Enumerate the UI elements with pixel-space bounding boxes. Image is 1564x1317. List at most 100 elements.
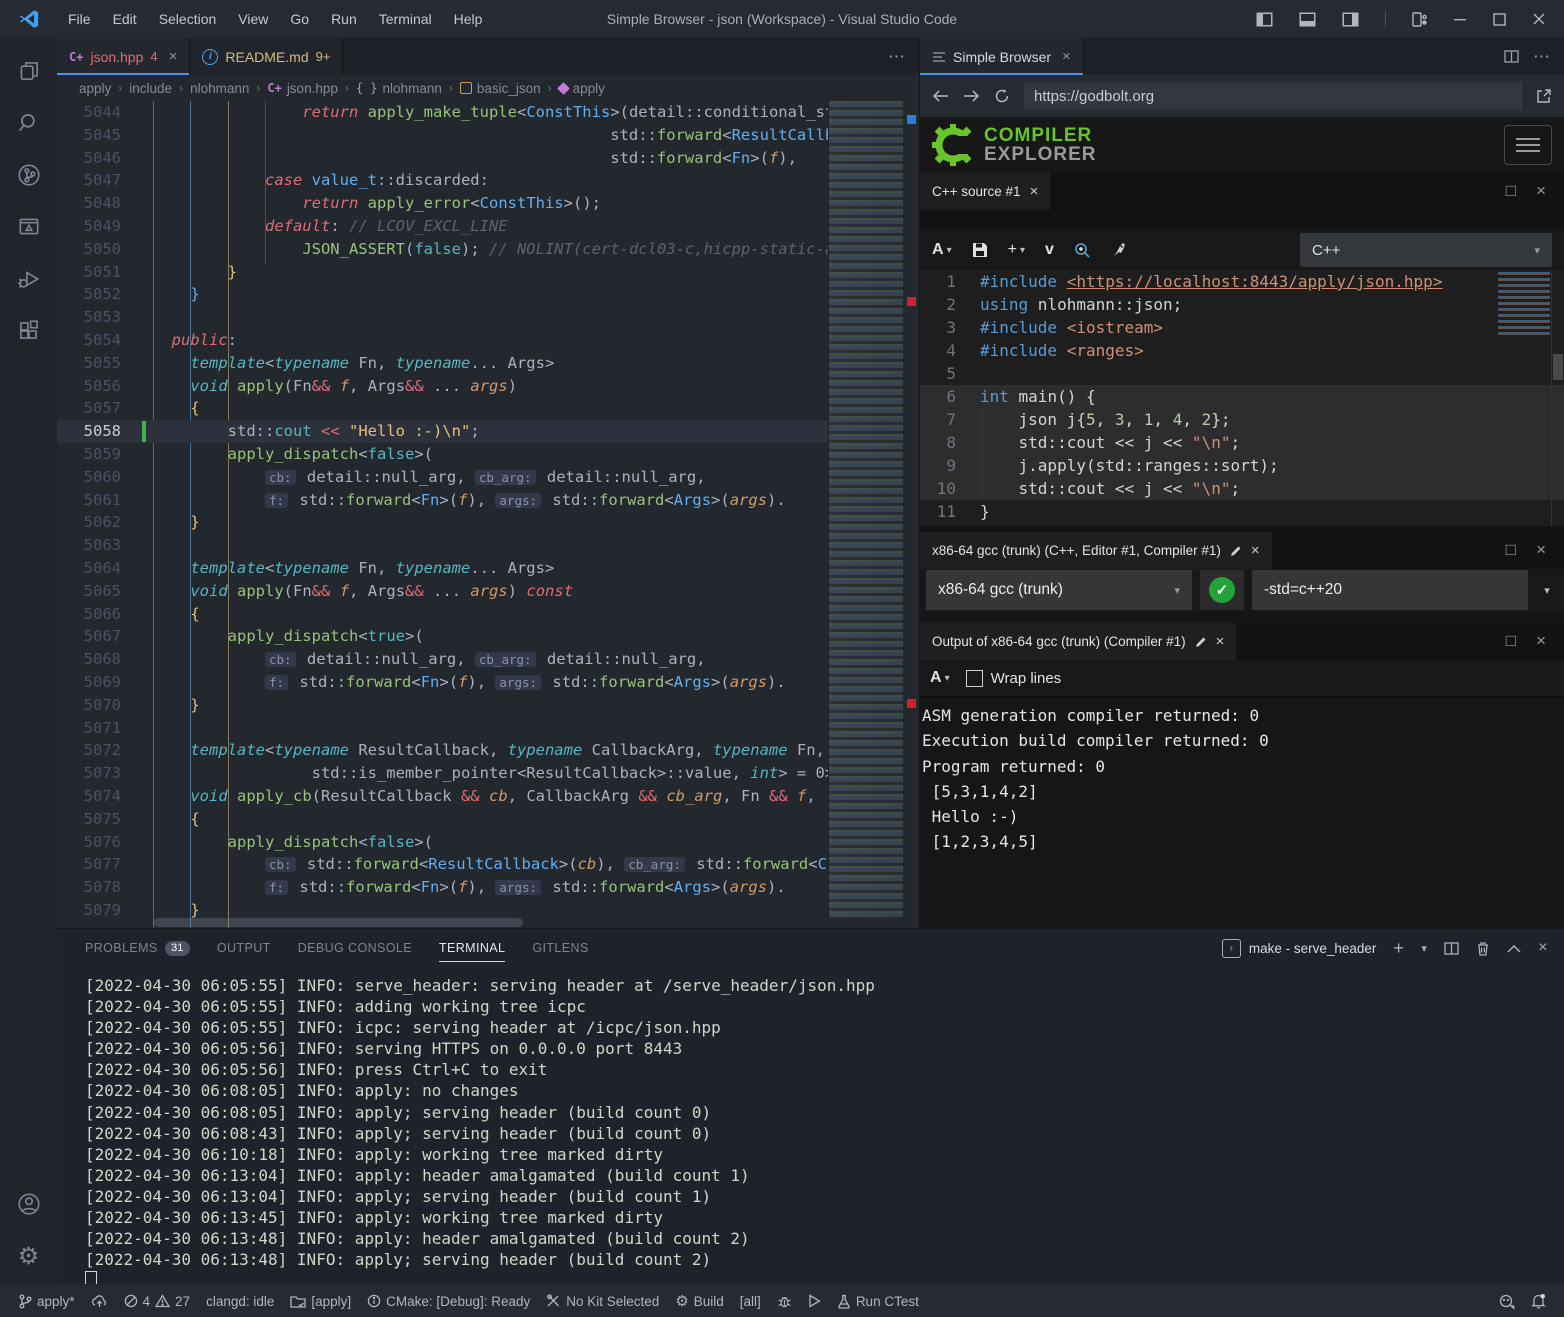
font-size-button[interactable]: A▾ bbox=[932, 241, 952, 259]
zoom-icon[interactable] bbox=[1074, 242, 1091, 259]
close-window-button[interactable] bbox=[1532, 12, 1546, 26]
terminal-selector[interactable]: › make - serve_header bbox=[1222, 939, 1377, 958]
open-external-icon[interactable] bbox=[1536, 88, 1552, 104]
compiler-options-input[interactable]: -std=c++20 bbox=[1252, 570, 1528, 610]
close-pane-icon[interactable]: × bbox=[1030, 183, 1039, 200]
close-tab-icon[interactable]: × bbox=[169, 48, 178, 65]
hamburger-menu-button[interactable] bbox=[1504, 125, 1552, 165]
terminal-dropdown-icon[interactable]: ▾ bbox=[1421, 942, 1427, 955]
compiler-pane-tab[interactable]: x86-64 gcc (trunk) (C++, Editor #1, Comp… bbox=[920, 532, 1272, 569]
quick-bench-icon[interactable] bbox=[1111, 242, 1128, 259]
reload-icon[interactable] bbox=[994, 88, 1010, 104]
font-size-button[interactable]: A▾ bbox=[930, 669, 950, 687]
menu-view[interactable]: View bbox=[227, 0, 279, 38]
menu-run[interactable]: Run bbox=[320, 0, 368, 38]
layout-sidebar-left-icon[interactable] bbox=[1256, 12, 1273, 27]
close-pane-icon[interactable]: × bbox=[1536, 540, 1546, 560]
menu-go[interactable]: Go bbox=[279, 0, 320, 38]
split-terminal-icon[interactable] bbox=[1444, 942, 1459, 955]
menu-help[interactable]: Help bbox=[443, 0, 494, 38]
tab-problems[interactable]: PROBLEMS 31 bbox=[85, 929, 190, 967]
breadcrumb-item[interactable]: basic_json bbox=[477, 81, 541, 96]
menu-terminal[interactable]: Terminal bbox=[368, 0, 443, 38]
menu-edit[interactable]: Edit bbox=[102, 0, 148, 38]
search-icon[interactable] bbox=[5, 100, 53, 146]
feedback-item[interactable] bbox=[1491, 1294, 1523, 1309]
close-tab-icon[interactable]: × bbox=[1062, 48, 1071, 65]
add-pane-button[interactable]: +▾ bbox=[1008, 241, 1025, 259]
tab-json-hpp[interactable]: C+ json.hpp 4 × bbox=[57, 38, 190, 75]
customize-layout-icon[interactable] bbox=[1412, 12, 1427, 27]
debug-target-button[interactable] bbox=[769, 1294, 800, 1309]
clangd-status-item[interactable]: clangd: idle bbox=[198, 1294, 282, 1309]
close-pane-icon[interactable]: × bbox=[1216, 633, 1225, 650]
extensions-icon[interactable] bbox=[5, 308, 53, 354]
new-terminal-icon[interactable]: + bbox=[1393, 938, 1404, 959]
compiler-select[interactable]: x86-64 gcc (trunk)▾ bbox=[926, 570, 1192, 610]
vim-toggle-button[interactable]: v bbox=[1045, 241, 1054, 259]
close-panel-icon[interactable]: × bbox=[1538, 939, 1548, 957]
save-icon[interactable] bbox=[972, 242, 988, 258]
terminal-output[interactable]: [2022-04-30 06:05:55] INFO: serve_header… bbox=[85, 975, 1556, 1284]
minimap[interactable] bbox=[828, 101, 903, 918]
overview-ruler[interactable] bbox=[903, 101, 919, 928]
launch-target-button[interactable] bbox=[800, 1294, 829, 1308]
more-actions-icon[interactable]: ⋯ bbox=[1533, 47, 1550, 67]
build-button[interactable]: ⚙ Build bbox=[667, 1292, 731, 1310]
layout-panel-icon[interactable] bbox=[1299, 12, 1316, 27]
breadcrumb-item[interactable]: include bbox=[129, 81, 172, 96]
maximize-pane-icon[interactable]: □ bbox=[1506, 631, 1516, 651]
maximize-panel-icon[interactable] bbox=[1507, 944, 1521, 953]
tab-terminal[interactable]: TERMINAL bbox=[439, 929, 505, 967]
compiler-output[interactable]: ASM generation compiler returned: 0Execu… bbox=[920, 697, 1564, 928]
url-input[interactable]: https://godbolt.org bbox=[1024, 82, 1522, 110]
build-target-item[interactable]: [all] bbox=[732, 1294, 769, 1309]
code-editor[interactable]: 5044 return apply_make_tuple<ConstThis>(… bbox=[57, 101, 919, 928]
problems-item[interactable]: 4 27 bbox=[116, 1294, 199, 1309]
breadcrumb-item[interactable]: nlohmann bbox=[383, 81, 442, 96]
explorer-icon[interactable] bbox=[5, 48, 53, 94]
maximize-button[interactable] bbox=[1493, 13, 1506, 26]
kit-item[interactable]: No Kit Selected bbox=[538, 1294, 667, 1309]
breadcrumb-item[interactable]: apply bbox=[573, 81, 605, 96]
git-branch-item[interactable]: apply* bbox=[10, 1294, 83, 1309]
close-pane-icon[interactable]: × bbox=[1251, 542, 1260, 559]
breadcrumb-item[interactable]: apply bbox=[79, 81, 111, 96]
layout-sidebar-right-icon[interactable] bbox=[1342, 12, 1359, 27]
account-icon[interactable] bbox=[5, 1181, 53, 1227]
more-actions-icon[interactable]: ⋯ bbox=[888, 47, 905, 67]
source-control-icon[interactable] bbox=[5, 152, 53, 198]
back-icon[interactable] bbox=[932, 89, 949, 103]
rename-pane-icon[interactable] bbox=[1195, 636, 1207, 648]
maximize-pane-icon[interactable]: □ bbox=[1506, 181, 1516, 201]
wrap-lines-checkbox[interactable] bbox=[966, 670, 983, 687]
tab-simple-browser[interactable]: Simple Browser × bbox=[920, 38, 1084, 75]
breadcrumb-item[interactable]: json.hpp bbox=[287, 81, 338, 96]
notifications-item[interactable] bbox=[1523, 1293, 1554, 1309]
breadcrumb-item[interactable]: nlohmann bbox=[190, 81, 249, 96]
ctest-button[interactable]: Run CTest bbox=[829, 1294, 927, 1309]
tab-gitlens[interactable]: GITLENS bbox=[532, 929, 588, 967]
run-debug-icon[interactable] bbox=[5, 256, 53, 302]
close-pane-icon[interactable]: × bbox=[1536, 631, 1546, 651]
maximize-pane-icon[interactable]: □ bbox=[1506, 540, 1516, 560]
source-pane-tab[interactable]: C++ source #1 × bbox=[920, 173, 1050, 210]
language-dropdown[interactable]: C++▾ bbox=[1300, 233, 1552, 267]
test-explorer-icon[interactable] bbox=[5, 204, 53, 250]
output-pane-tab[interactable]: Output of x86-64 gcc (trunk) (Compiler #… bbox=[920, 623, 1236, 660]
tab-readme-md[interactable]: i README.md 9+ bbox=[190, 38, 343, 75]
tab-debug-console[interactable]: DEBUG CONSOLE bbox=[298, 929, 412, 967]
ce-source-editor[interactable]: 1#include <https://localhost:8443/apply/… bbox=[920, 270, 1564, 526]
horizontal-scrollbar[interactable] bbox=[153, 918, 523, 927]
ce-scrollbar[interactable] bbox=[1551, 270, 1564, 526]
kill-terminal-icon[interactable] bbox=[1476, 941, 1490, 956]
cmake-status-item[interactable]: CMake: [Debug]: Ready bbox=[359, 1294, 538, 1309]
cmake-folder-item[interactable]: [apply] bbox=[282, 1294, 359, 1309]
settings-gear-icon[interactable]: ⚙ bbox=[5, 1233, 53, 1279]
close-pane-icon[interactable]: × bbox=[1536, 181, 1546, 201]
options-dropdown-icon[interactable]: ▾ bbox=[1536, 584, 1558, 597]
menu-file[interactable]: File bbox=[57, 0, 102, 38]
split-editor-icon[interactable] bbox=[1504, 50, 1519, 63]
minimize-button[interactable] bbox=[1453, 12, 1467, 26]
rename-pane-icon[interactable] bbox=[1230, 545, 1242, 557]
